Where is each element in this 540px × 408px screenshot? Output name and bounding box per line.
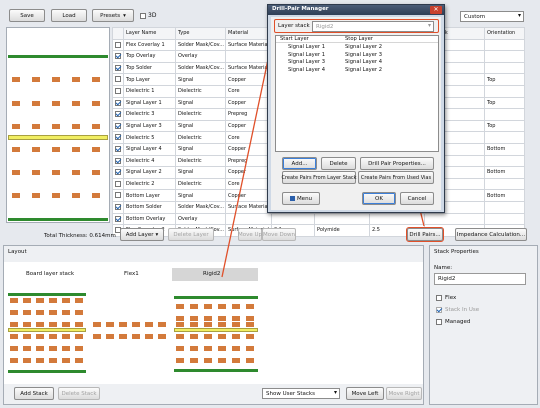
drill-pair-start[interactable]: Signal Layer 4 xyxy=(288,67,325,73)
menu-label: Menu xyxy=(296,195,313,202)
drill-pair-start[interactable]: Signal Layer 3 xyxy=(288,59,325,65)
drill-pair-start[interactable]: Signal Layer 1 xyxy=(288,44,325,50)
create-pairs-from-layer-stack-button[interactable]: Create Pairs From Layer Stack xyxy=(281,171,357,184)
drill-pair-stop[interactable]: Signal Layer 2 xyxy=(345,44,382,50)
ok-button[interactable]: OK xyxy=(362,192,396,205)
dialog-close-button[interactable]: ✕ xyxy=(430,6,442,14)
menu-icon xyxy=(289,196,295,201)
annotation-arrow xyxy=(221,34,276,278)
drill-pair-stop[interactable]: Signal Layer 4 xyxy=(345,59,382,65)
delete-pair-button[interactable]: Delete xyxy=(321,157,356,170)
drill-pair-properties-button[interactable]: Drill Pair Properties... xyxy=(360,157,434,170)
list-header-divider xyxy=(276,42,438,43)
layer-stack-value: Rigid2 xyxy=(316,24,334,30)
drill-pair-stop[interactable]: Signal Layer 3 xyxy=(345,52,382,58)
drill-pair-stop[interactable]: Signal Layer 2 xyxy=(345,67,382,73)
create-pairs-from-used-vias-button[interactable]: Create Pairs From Used Vias xyxy=(358,171,434,184)
drill-pair-start[interactable]: Signal Layer 1 xyxy=(288,52,325,58)
cancel-button[interactable]: Cancel xyxy=(400,192,434,205)
close-icon: ✕ xyxy=(433,6,439,13)
menu-button[interactable]: Menu xyxy=(282,192,320,205)
layer-stack-select[interactable]: Rigid2 xyxy=(312,21,434,32)
dialog-title: Drill-Pair Manager xyxy=(272,6,329,12)
add-pair-button[interactable]: Add... xyxy=(282,157,317,170)
layer-stack-label: Layer stack : xyxy=(278,23,314,29)
